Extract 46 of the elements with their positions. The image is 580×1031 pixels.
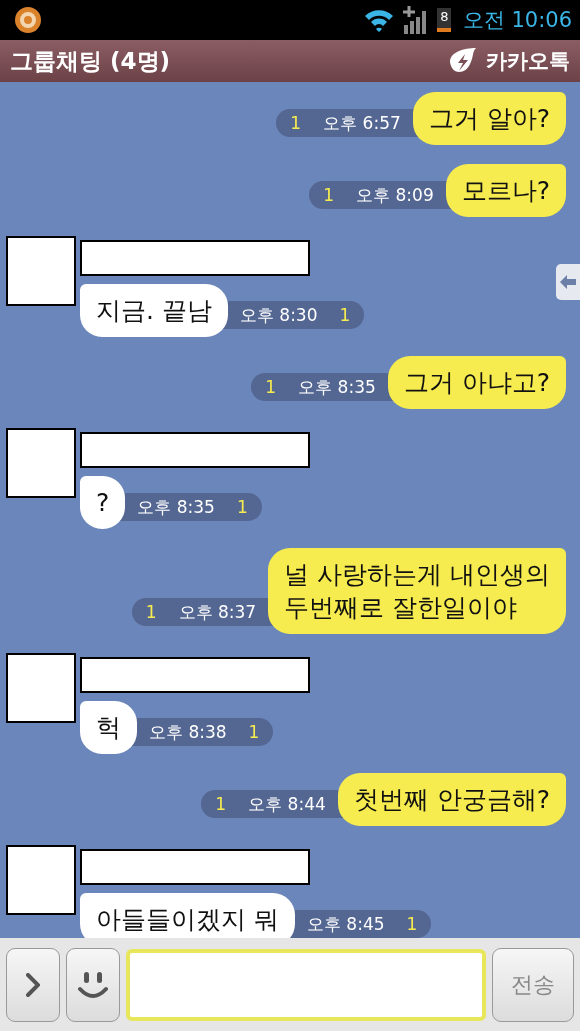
message-time: 오후 8:44	[248, 792, 326, 816]
message-bubble: ?	[80, 476, 126, 529]
message-bubble: 지금. 끝남	[80, 284, 228, 337]
unread-count: 1	[145, 602, 157, 622]
message-time: 오후 6:57	[323, 111, 401, 135]
message-time: 오후 8:38	[149, 720, 227, 744]
message-time: 오후 8:09	[356, 183, 434, 207]
notification-icon	[14, 6, 42, 34]
more-button[interactable]	[6, 947, 60, 1022]
message-bubble: 아들들이겠지 뭐	[80, 893, 295, 938]
wifi-icon	[363, 7, 396, 33]
battery-indicator: 8	[437, 8, 452, 32]
arrow-left-icon	[560, 275, 576, 289]
unread-count: 1	[339, 305, 351, 325]
send-button[interactable]: 전송	[492, 947, 574, 1022]
message-bubble: 헉	[80, 701, 137, 754]
message-time: 오후 8:35	[137, 495, 215, 519]
unread-count: 1	[215, 794, 227, 814]
message-bubble: 그거 아냐고?	[387, 356, 566, 409]
unread-count: 1	[323, 185, 335, 205]
side-panel-tab[interactable]	[556, 264, 580, 300]
message-bubble: 모르나?	[445, 164, 566, 217]
unread-count: 1	[406, 914, 418, 934]
unread-count: 1	[236, 497, 248, 517]
message-input-field[interactable]	[126, 948, 486, 1021]
message-bubble: 첫번째 안궁금해?	[337, 773, 566, 826]
message-time: 오후 8:45	[306, 912, 385, 936]
message-bubble: 그거 알아?	[412, 92, 566, 145]
message-time: 오후 8:37	[178, 600, 257, 624]
unread-count: 1	[290, 113, 302, 133]
avatar-placeholder	[6, 845, 76, 915]
emoticon-button[interactable]	[66, 947, 120, 1022]
avatar-placeholder	[6, 653, 76, 723]
unread-count: 1	[248, 722, 260, 742]
app-name: 카카오톡	[486, 48, 570, 75]
message-time: 오후 8:35	[298, 375, 376, 399]
avatar-placeholder	[6, 428, 76, 498]
unread-count: 1	[265, 377, 277, 397]
smiley-icon	[78, 970, 108, 999]
clock-period: 오전	[463, 7, 506, 34]
chevron-right-icon	[26, 972, 40, 997]
clock-time: 10:06	[511, 8, 572, 32]
chat-title: 그룹채팅 (4명)	[10, 46, 171, 76]
avatar-placeholder	[6, 236, 76, 306]
message-bubble: 널 사랑하는게 내인생의 두번째로 잘한일이야	[268, 548, 566, 634]
message-time: 오후 8:30	[239, 303, 318, 327]
